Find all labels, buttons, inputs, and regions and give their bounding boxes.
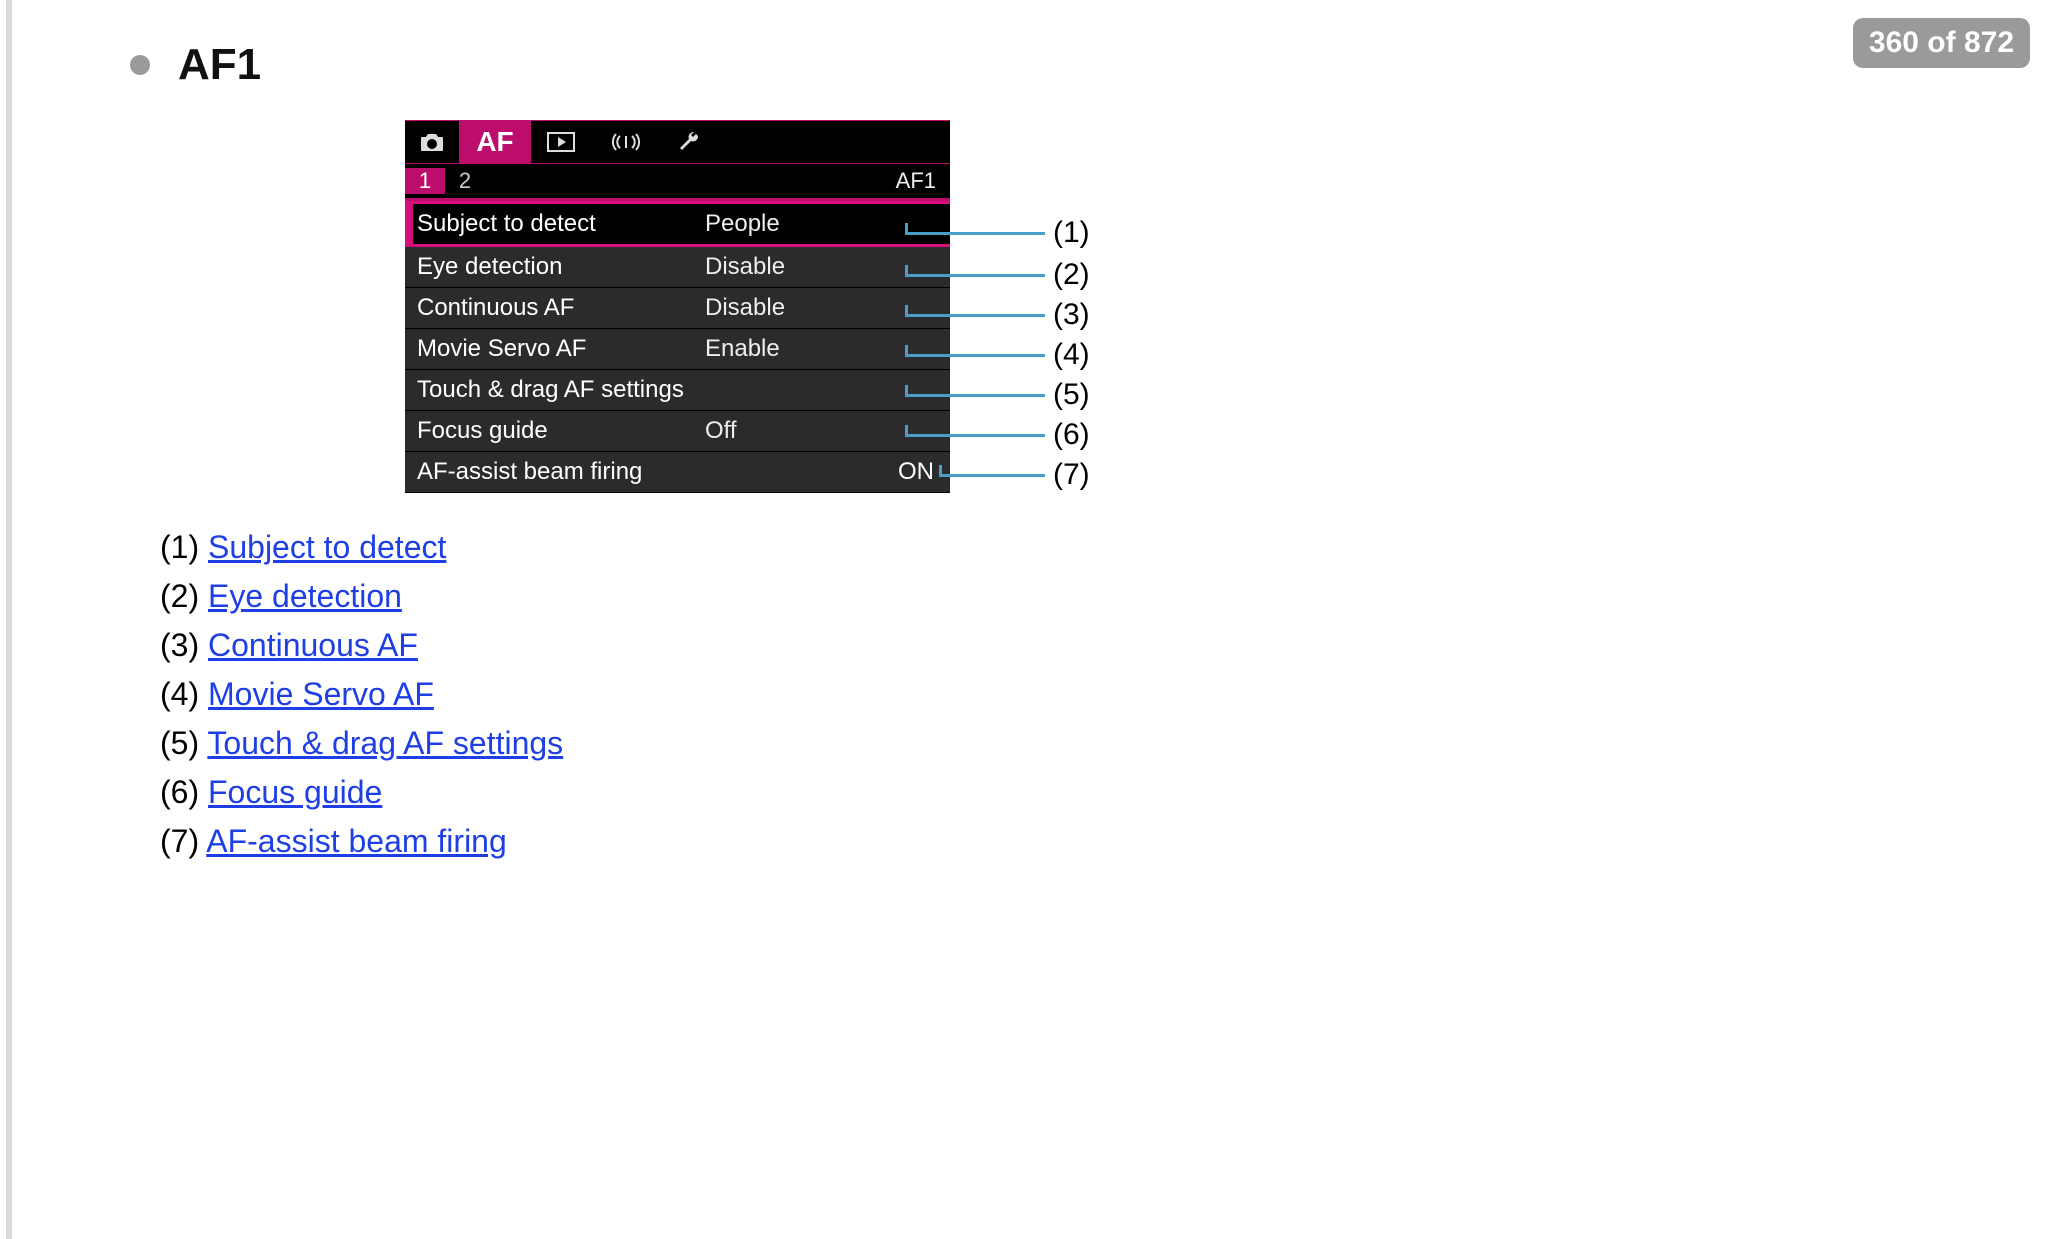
camera-menu-figure: AF 1 2 AF1 Subject to detect Peo: [405, 120, 1165, 493]
menu-value: Disable: [705, 294, 950, 322]
camera-lcd: AF 1 2 AF1 Subject to detect Peo: [405, 120, 950, 493]
callout-3: (3): [1053, 298, 1090, 332]
list-num: (4): [160, 676, 199, 712]
playback-icon: [531, 121, 591, 163]
menu-label: Focus guide: [417, 417, 705, 445]
menu-label: AF-assist beam firing: [417, 458, 950, 486]
list-item: (6) Focus guide: [160, 774, 2048, 811]
callout-4: (4): [1053, 338, 1090, 372]
menu-value: Off: [705, 417, 950, 445]
list-num: (3): [160, 627, 199, 663]
bullet-icon: [130, 55, 150, 75]
section-title-text: AF1: [178, 40, 261, 90]
page-indicator-badge: 360 of 872: [1853, 18, 2030, 68]
callout-7: (7): [1053, 458, 1090, 492]
menu-row-touch-drag-af: Touch & drag AF settings: [405, 370, 950, 411]
menu-label: Touch & drag AF settings: [417, 376, 950, 404]
menu-label: Continuous AF: [417, 294, 705, 322]
link-continuous-af[interactable]: Continuous AF: [208, 627, 418, 663]
af-tab: AF: [459, 121, 531, 163]
lcd-sub-tabs: 1 2 AF1: [405, 164, 950, 201]
menu-row-af-assist-beam: AF-assist beam firing ON: [405, 452, 950, 493]
link-movie-servo-af[interactable]: Movie Servo AF: [208, 676, 434, 712]
list-num: (5): [160, 725, 199, 761]
wrench-icon: [661, 121, 717, 163]
menu-row-continuous-af: Continuous AF Disable: [405, 288, 950, 329]
list-item: (7) AF-assist beam firing: [160, 823, 2048, 860]
menu-label: Eye detection: [417, 253, 705, 281]
menu-value: Enable: [705, 335, 950, 363]
list-num: (7): [160, 823, 199, 859]
list-item: (4) Movie Servo AF: [160, 676, 2048, 713]
link-subject-to-detect[interactable]: Subject to detect: [208, 529, 446, 565]
section-heading: AF1: [130, 40, 2048, 90]
sub-tab-2: 2: [445, 168, 485, 194]
reference-link-list: (1) Subject to detect (2) Eye detection …: [160, 529, 2048, 860]
list-num: (2): [160, 578, 199, 614]
menu-row-subject-to-detect: Subject to detect People: [405, 201, 950, 247]
menu-label: Movie Servo AF: [417, 335, 705, 363]
sub-tab-1: 1: [405, 168, 445, 194]
lcd-top-tabs: AF: [405, 120, 950, 164]
list-num: (1): [160, 529, 199, 565]
list-item: (5) Touch & drag AF settings: [160, 725, 2048, 762]
menu-value: ON: [898, 458, 934, 486]
list-item: (3) Continuous AF: [160, 627, 2048, 664]
sub-tab-right-label: AF1: [896, 168, 936, 194]
link-focus-guide[interactable]: Focus guide: [208, 774, 382, 810]
lcd-menu-list: Subject to detect People Eye detection D…: [405, 201, 950, 493]
wireless-icon: [591, 121, 661, 163]
link-touch-drag-af[interactable]: Touch & drag AF settings: [207, 725, 563, 761]
menu-value: Disable: [705, 253, 950, 281]
callout-6: (6): [1053, 418, 1090, 452]
camera-icon: [405, 121, 459, 163]
document-page: 360 of 872 AF1 AF 1: [0, 0, 2048, 1239]
list-item: (1) Subject to detect: [160, 529, 2048, 566]
callout-5: (5): [1053, 378, 1090, 412]
left-margin-rule: [6, 0, 12, 1239]
menu-row-focus-guide: Focus guide Off: [405, 411, 950, 452]
list-num: (6): [160, 774, 199, 810]
link-eye-detection[interactable]: Eye detection: [208, 578, 402, 614]
menu-row-eye-detection: Eye detection Disable: [405, 247, 950, 288]
menu-value: People: [705, 210, 950, 238]
callout-1: (1): [1053, 216, 1090, 250]
menu-row-movie-servo-af: Movie Servo AF Enable: [405, 329, 950, 370]
link-af-assist-beam[interactable]: AF-assist beam firing: [206, 823, 507, 859]
callout-2: (2): [1053, 258, 1090, 292]
list-item: (2) Eye detection: [160, 578, 2048, 615]
menu-label: Subject to detect: [417, 210, 705, 238]
